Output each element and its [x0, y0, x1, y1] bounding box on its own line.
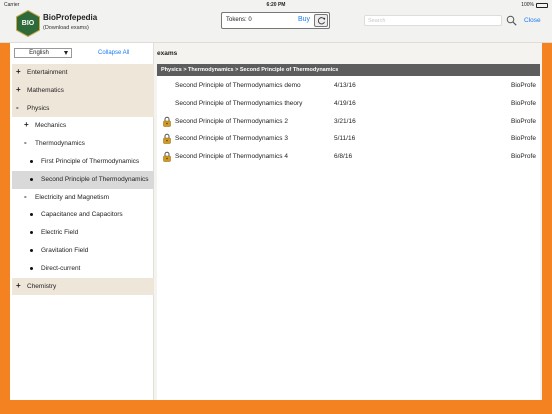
- tree-item[interactable]: First Principle of Thermodynamics: [12, 153, 154, 171]
- exam-author: BioProfe: [511, 82, 536, 89]
- exam-name: Second Principle of Thermodynamics 3: [175, 135, 288, 143]
- tree-item-label: Second Principle of Thermodynamics: [41, 175, 149, 183]
- tree-item[interactable]: + Mechanics: [12, 117, 154, 135]
- exam-name: Second Principle of Thermodynamics demo: [175, 82, 301, 89]
- clock: 6:20 PM: [266, 2, 286, 8]
- expand-icon[interactable]: +: [16, 68, 21, 76]
- exam-date: 6/8/16: [334, 153, 353, 161]
- tree-item-label: First Principle of Thermodynamics: [41, 157, 140, 165]
- exam-name: Second Principle of Thermodynamics 4: [175, 153, 288, 161]
- exams-title: exams: [157, 50, 178, 57]
- tree-item[interactable]: - Thermodynamics: [12, 135, 154, 153]
- exam-row[interactable]: Second Principle of Thermodynamics theor…: [157, 95, 540, 113]
- exams-content: exams Physics > Thermodynamics > Second …: [157, 43, 542, 400]
- collapse-icon[interactable]: -: [24, 139, 27, 147]
- refresh-button[interactable]: [314, 14, 328, 27]
- tree-item[interactable]: Capacitance and Capacitors: [12, 206, 154, 224]
- expand-icon[interactable]: +: [24, 121, 29, 129]
- exam-author: BioProfe: [511, 117, 536, 125]
- tree-item[interactable]: Direct-current: [12, 260, 154, 278]
- exam-date: 3/21/16: [334, 117, 356, 125]
- bullet-icon: [30, 266, 33, 270]
- tree-item-label: Electric Field: [41, 229, 79, 237]
- app-logo: BIO: [16, 10, 40, 37]
- app-header: BIO BioProfepedia (Download exams) Token…: [0, 9, 552, 43]
- tree-item-label: Entertainment: [27, 69, 68, 76]
- exam-row[interactable]: Second Principle of Thermodynamics 3 5/11…: [157, 130, 540, 148]
- tree-item[interactable]: Gravitation Field: [12, 242, 154, 260]
- exam-row[interactable]: Second Principle of Thermodynamics 2 3/21…: [157, 113, 540, 131]
- bullet-icon: [30, 159, 33, 163]
- tree-item-label: Chemistry: [27, 282, 57, 290]
- exam-date: 5/11/16: [334, 135, 356, 143]
- tree-item[interactable]: + Mathematics: [12, 81, 154, 100]
- lock-icon: [163, 134, 171, 145]
- battery-icon: [536, 2, 548, 8]
- buy-button[interactable]: Buy: [298, 16, 310, 23]
- app-subtitle: (Download exams): [43, 25, 89, 31]
- main-panel: English Collapse All + Entertainment + Math…: [10, 43, 542, 400]
- tree-item[interactable]: Electric Field: [12, 224, 154, 242]
- battery-percent: 100%: [521, 2, 534, 8]
- bullet-icon: [30, 213, 33, 217]
- battery-indicator: 100%: [521, 2, 548, 8]
- exam-name: Second Principle of Thermodynamics 2: [175, 117, 288, 125]
- logo-text: BIO: [22, 20, 35, 27]
- refresh-icon: [317, 17, 325, 25]
- tree-item-label: Thermodynamics: [35, 140, 85, 148]
- close-button[interactable]: Close: [524, 17, 541, 24]
- exam-row[interactable]: Second Principle of Thermodynamics demo 4…: [157, 77, 540, 95]
- tree-item[interactable]: - Physics: [12, 99, 154, 118]
- lock-icon: [163, 152, 171, 162]
- breadcrumb: Physics > Thermodynamics > Second Princi…: [157, 64, 540, 76]
- lock-icon: [163, 116, 171, 127]
- expand-icon[interactable]: +: [16, 85, 21, 94]
- tree-item-label: Electricity and Magnetism: [35, 193, 110, 201]
- expand-icon[interactable]: +: [16, 281, 21, 290]
- collapse-icon[interactable]: -: [16, 103, 19, 112]
- bullet-icon: [30, 231, 33, 235]
- exam-author: BioProfe: [511, 135, 536, 143]
- tree-item[interactable]: + Chemistry: [12, 277, 154, 296]
- bullet-icon: [30, 248, 33, 252]
- exam-date: 4/13/16: [334, 82, 356, 89]
- search-icon[interactable]: [506, 15, 517, 26]
- search-input[interactable]: Search: [364, 15, 502, 26]
- tokens-label: Tokens: 0: [226, 17, 252, 23]
- bullet-icon: [30, 177, 33, 181]
- tree-item-label: Physics: [27, 104, 50, 112]
- tree-item[interactable]: - Electricity and Magnetism: [12, 189, 154, 207]
- exams-panel: Physics > Thermodynamics > Second Princi…: [157, 64, 540, 400]
- tokens-box: Tokens: 0 Buy: [221, 12, 330, 29]
- tree-item-label: Mathematics: [27, 86, 64, 94]
- app-title: BioProfepedia: [43, 13, 98, 22]
- exam-name: Second Principle of Thermodynamics theor…: [175, 99, 303, 107]
- status-bar: Carrier 6:20 PM 100%: [0, 0, 552, 9]
- tree-item[interactable]: Second Principle of Thermodynamics: [12, 170, 154, 189]
- collapse-icon[interactable]: -: [24, 192, 27, 201]
- category-tree: + Entertainment + Mathematics - Physics + Mecha…: [12, 64, 154, 296]
- chevron-down-icon: [64, 51, 68, 55]
- language-select[interactable]: English: [14, 48, 72, 58]
- exam-row[interactable]: Second Principle of Thermodynamics 4 6/8/…: [157, 148, 540, 166]
- exam-author: BioProfe: [511, 99, 536, 107]
- tree-item-label: Direct-current: [41, 264, 81, 272]
- exam-author: BioProfe: [511, 153, 536, 161]
- collapse-all-button[interactable]: Collapse All: [98, 50, 129, 56]
- exam-date: 4/19/16: [334, 99, 356, 107]
- category-sidebar: English Collapse All + Entertainment + Math…: [10, 43, 154, 400]
- tree-item[interactable]: + Entertainment: [12, 64, 154, 82]
- language-value: English: [29, 50, 49, 56]
- tree-item-label: Capacitance and Capacitors: [41, 211, 123, 219]
- tree-item-label: Gravitation Field: [41, 246, 89, 254]
- tree-item-label: Mechanics: [35, 122, 67, 130]
